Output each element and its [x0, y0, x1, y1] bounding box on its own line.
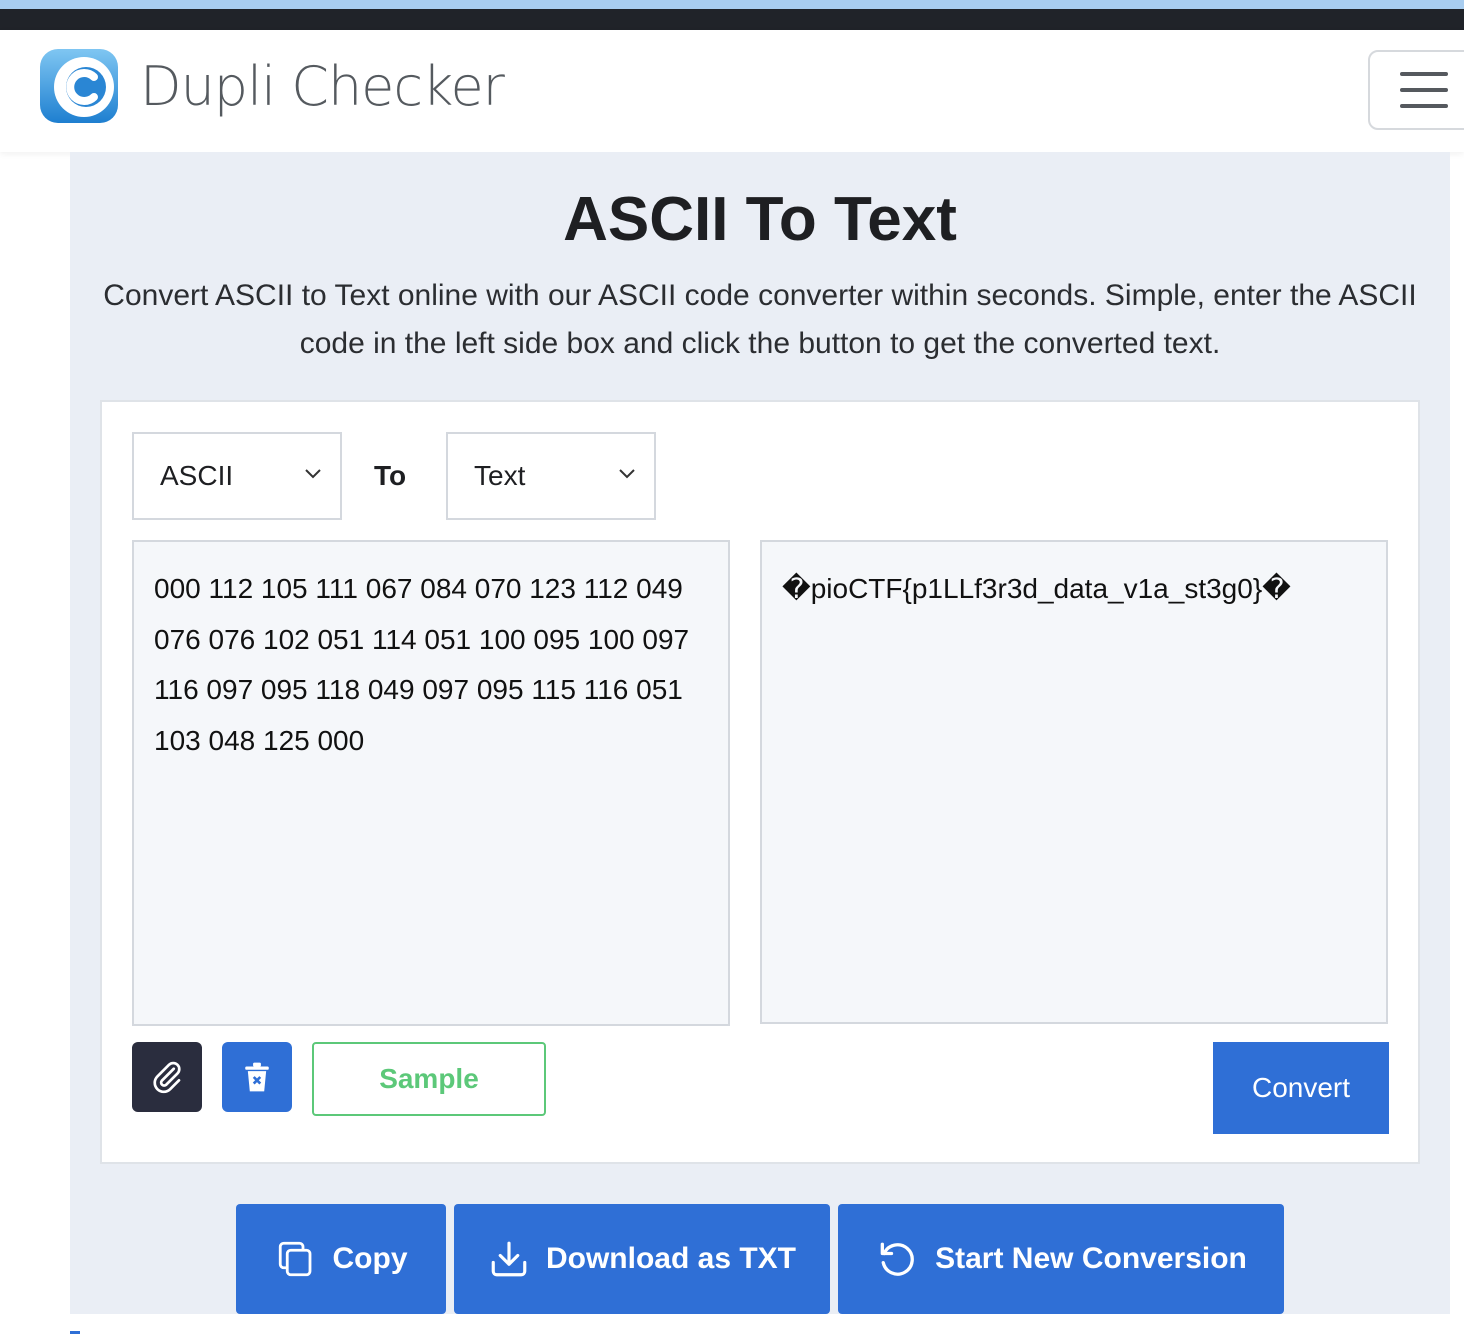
clear-button[interactable]: [222, 1042, 292, 1112]
convert-button[interactable]: Convert: [1213, 1042, 1389, 1134]
page-description: Convert ASCII to Text online with our AS…: [103, 279, 1417, 360]
from-format-select[interactable]: ASCII: [132, 432, 342, 520]
menu-button[interactable]: [1368, 50, 1464, 130]
logo-text: Dupli Checker: [140, 54, 505, 118]
logo[interactable]: Dupli Checker: [38, 46, 505, 126]
restart-label: Start New Conversion: [935, 1242, 1247, 1275]
refresh-icon: [880, 1242, 914, 1276]
text-output-area[interactable]: �pioCTF{p1LLf3r3d_data_v1a_st3g0}�: [760, 540, 1388, 1024]
to-format-value: Text: [474, 460, 526, 491]
from-format-value: ASCII: [160, 460, 234, 491]
copy-label: Copy: [332, 1242, 408, 1275]
page-title: ASCII To Text: [563, 185, 957, 254]
start-new-conversion-button[interactable]: Start New Conversion: [838, 1204, 1284, 1314]
chevron-down-icon: [619, 469, 635, 479]
upload-button[interactable]: [132, 1042, 202, 1112]
chevron-down-icon: [305, 469, 321, 479]
to-format-select[interactable]: Text: [446, 432, 656, 520]
download-icon: [491, 1241, 527, 1277]
copy-icon: [278, 1241, 311, 1277]
download-label: Download as TXT: [545, 1242, 797, 1275]
sample-button[interactable]: Sample: [312, 1042, 546, 1116]
download-txt-button[interactable]: Download as TXT: [454, 1204, 830, 1314]
main-panel: ASCII To Text Convert ASCII to Text onli…: [70, 152, 1450, 1314]
to-label: To: [374, 460, 407, 491]
trash-icon: [245, 1062, 269, 1092]
ascii-input-textarea[interactable]: 000 112 105 111 067 084 070 123 112 049 …: [132, 540, 730, 1026]
logo-icon: [38, 47, 122, 125]
bottom-accent: [70, 1331, 80, 1334]
copy-button[interactable]: Copy: [236, 1204, 446, 1314]
browser-top-strip: [0, 0, 1464, 30]
converter-card: ASCII To Text 000 112 105 111 067 084 07…: [100, 400, 1420, 1164]
site-header: Dupli Checker: [0, 30, 1464, 152]
paperclip-icon: [153, 1061, 181, 1094]
